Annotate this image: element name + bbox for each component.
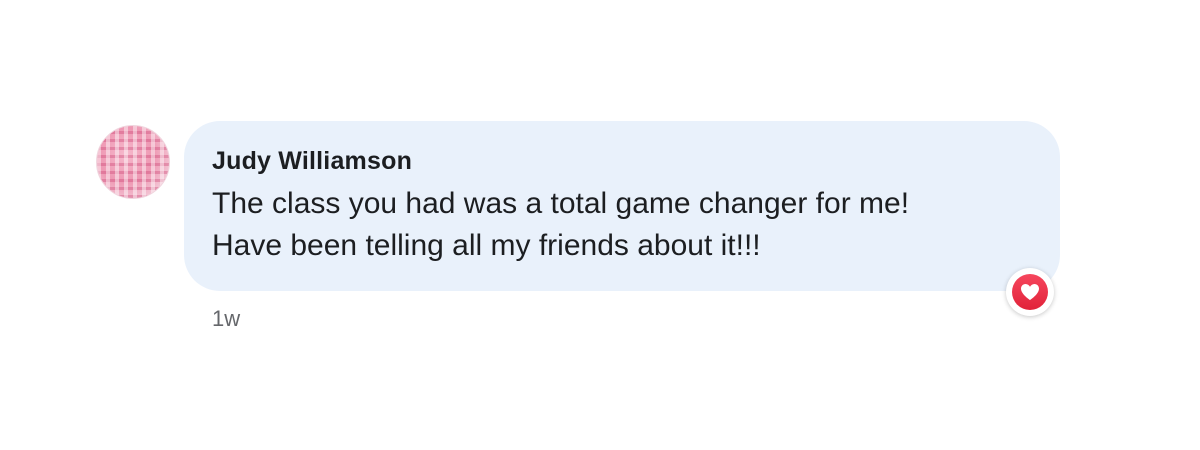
heart-reaction [1012, 274, 1048, 310]
reaction-badge[interactable] [1006, 268, 1054, 316]
avatar[interactable] [96, 125, 170, 199]
comment-text-line: Have been telling all my friends about i… [212, 229, 761, 262]
comment: Judy Williamson The class you had was a … [0, 0, 1200, 450]
heart-icon [1021, 284, 1039, 300]
comment-author[interactable]: Judy Williamson [212, 147, 412, 176]
comment-bubble: Judy Williamson The class you had was a … [184, 121, 1060, 291]
comment-timestamp[interactable]: 1w [212, 306, 240, 332]
comment-text-line: The class you had was a total game chang… [212, 187, 910, 220]
comment-text: The class you had was a total game chang… [212, 183, 1052, 267]
